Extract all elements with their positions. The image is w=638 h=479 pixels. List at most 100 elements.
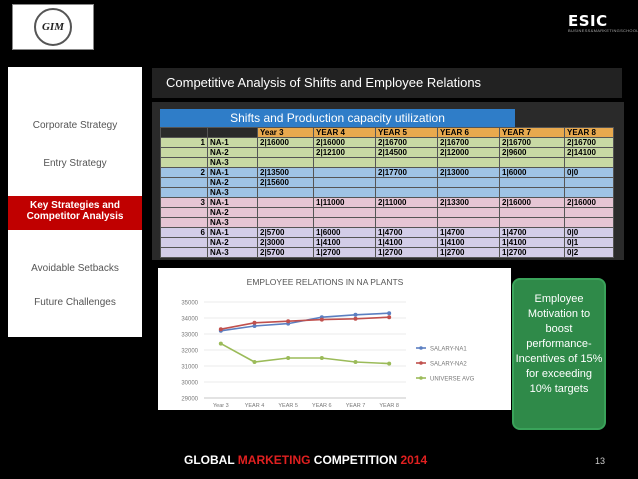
gim-logo-emblem: GIM [34,8,72,46]
footer-title: GLOBAL MARKETING COMPETITION 2014 [184,453,427,467]
x-tick-label: YEAR 5 [278,403,298,409]
y-tick-label: 33000 [181,333,198,339]
table-cell [499,157,565,168]
legend-marker [419,376,423,380]
table-header-cell: YEAR 5 [375,127,438,138]
table-cell [257,207,314,218]
chart-svg: EMPLOYEE RELATIONS IN NA PLANTS 35000 3400… [181,277,475,409]
data-point [353,316,358,321]
chart-title: EMPLOYEE RELATIONS IN NA PLANTS [247,277,404,287]
data-point [252,320,257,325]
data-point [218,341,223,346]
sidebar-item-entry-strategy[interactable]: Entry Strategy [8,158,142,169]
table-cell: 2|16000 [313,137,376,148]
table-cell-plant: NA-2 [207,147,258,158]
table-header-cell: YEAR 7 [499,127,565,138]
footer-marketing: MARKETING [237,453,311,467]
table-cell [313,217,376,228]
table-header-cell: YEAR 4 [313,127,376,138]
table-cell [437,207,500,218]
x-tick-label: YEAR 6 [312,403,332,409]
table-cell-plant: NA-2 [207,237,258,248]
table-cell [564,187,614,198]
table-cell [437,177,500,188]
data-point [353,312,358,317]
table-cell: 2|5700 [257,227,314,238]
sidebar-item-corporate-strategy[interactable]: Corporate Strategy [8,120,142,131]
table-cell: 2|3000 [257,237,314,248]
y-tick-label: 31000 [181,365,198,371]
table-cell-plant: NA-3 [207,247,258,258]
sidebar-item-avoidable-setbacks[interactable]: Avoidable Setbacks [8,263,142,274]
table-cell: 1|2700 [499,247,565,258]
table-cell [313,157,376,168]
x-tick-label: YEAR 8 [379,403,399,409]
table-cell-plant: NA-3 [207,187,258,198]
table-cell: 1|4100 [313,237,376,248]
sidebar-item-future-challenges[interactable]: Future Challenges [8,297,142,308]
table-cell: 2|12100 [313,147,376,158]
table-cell-group [160,147,208,158]
legend-label: SALARY-NA1 [430,347,467,353]
data-point [319,317,324,322]
y-tick-label: 35000 [181,301,198,307]
table-cell-plant: NA-1 [207,137,258,148]
table-cell: 0|1 [564,237,614,248]
table-header-cell: YEAR 6 [437,127,500,138]
table-row: 1 NA-1 2|16000 2|16000 2|16700 2|16700 2|16700… [160,137,614,148]
table-cell: 1|4700 [375,227,438,238]
page-number: 13 [595,456,606,466]
y-tick-label: 32000 [181,349,198,355]
table-header-cell [160,127,208,138]
table-cell: 2|9600 [499,147,565,158]
sidebar-item-key-strategies[interactable]: Key Strategies and Competitor Analysis [8,196,142,230]
data-point [286,356,291,360]
table-cell: 0|2 [564,247,614,258]
table-cell-group [160,217,208,228]
table-cell: 2|16700 [499,137,565,148]
table-cell [257,217,314,228]
table-cell [564,207,614,218]
table-cell-plant: NA-3 [207,217,258,228]
table-cell: 2|16700 [437,137,500,148]
table-cell [499,217,565,228]
table-cell: 2|17700 [375,167,438,178]
table-cell-group: 3 [160,197,208,208]
data-point [387,311,392,316]
footer-global: GLOBAL [184,453,238,467]
table-cell-group: 6 [160,227,208,238]
table-cell-group [160,157,208,168]
data-point [353,360,358,364]
table-cell [375,217,438,228]
table-cell-group [160,187,208,198]
table-cell: 2|13000 [437,167,500,178]
table-cell: 1|2700 [313,247,376,258]
table-cell [499,207,565,218]
table-row: NA-2 2|3000 1|4100 1|4100 1|4100 1|4100 0|1 [160,237,614,248]
table-cell [499,177,565,188]
table-cell-group: 1 [160,137,208,148]
table-cell: 1|2700 [437,247,500,258]
table-cell: 1|4100 [375,237,438,248]
table-row: 6 NA-1 2|5700 1|6000 1|4700 1|4700 1|4700 0|0 [160,227,614,238]
table-cell-group [160,237,208,248]
table-cell: 1|4700 [437,227,500,238]
table-cell-plant: NA-2 [207,177,258,188]
table-row: NA-3 2|5700 1|2700 1|2700 1|2700 1|2700 0|2 [160,247,614,258]
table-cell: 2|14500 [375,147,438,158]
table-cell: 2|11000 [375,197,438,208]
shifts-title: Shifts and Production capacity utilizati… [160,109,515,127]
legend-marker [419,361,423,365]
table-header-row: Year 3 YEAR 4 YEAR 5 YEAR 6 YEAR 7 YEAR 8 [160,127,614,138]
table-cell [313,207,376,218]
table-cell-group [160,177,208,188]
y-tick-label: 30000 [181,381,198,387]
table-cell [437,187,500,198]
table-row: NA-3 [160,187,614,198]
legend-label: UNIVERSE AVG [430,377,475,383]
table-cell [375,207,438,218]
table-row: NA-2 2|15600 [160,177,614,188]
table-cell-plant: NA-1 [207,227,258,238]
esic-logo-sub: BUSINESS&MARKETINGSCHOOL [568,28,638,33]
table-cell: 2|5700 [257,247,314,258]
